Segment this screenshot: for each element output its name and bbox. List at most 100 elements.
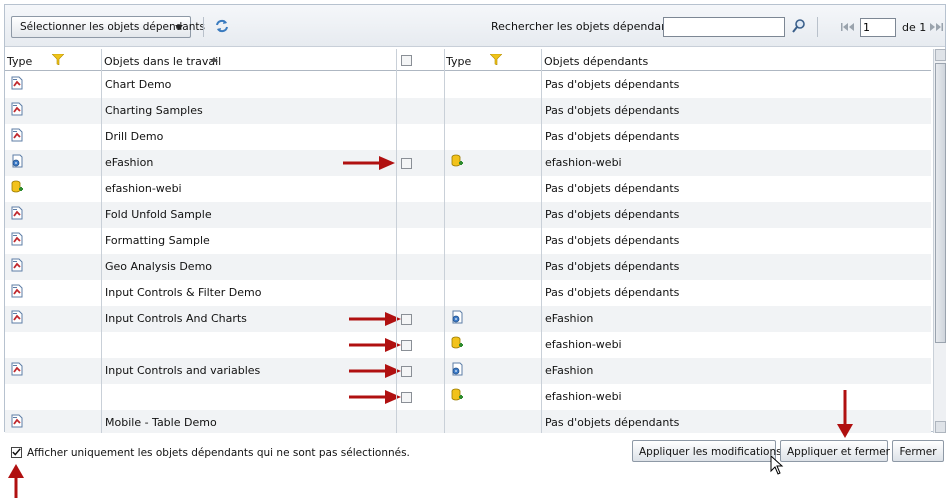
object-name: Drill Demo [105, 130, 164, 143]
select-all-checkbox[interactable] [401, 55, 412, 66]
apply-and-close-button[interactable]: Appliquer et fermer [780, 440, 890, 462]
report-icon [10, 414, 24, 428]
dependent-object: Pas d'objets dépendants [545, 234, 680, 247]
object-name: Mobile - Table Demo [105, 416, 217, 429]
table-row[interactable]: efashion-webi [5, 384, 931, 410]
universe-document-icon [450, 310, 464, 324]
object-name: Formatting Sample [105, 234, 210, 247]
select-dependent-checkbox[interactable] [401, 340, 412, 351]
dependent-object: efashion-webi [545, 156, 622, 169]
table-row[interactable]: Drill Demo Pas d'objets dépendants [5, 124, 931, 150]
filter-icon[interactable] [490, 54, 502, 65]
table-row[interactable]: efashion-webi [5, 332, 931, 358]
column-divider [444, 49, 445, 433]
object-name: Input Controls & Filter Demo [105, 286, 262, 299]
column-divider [101, 49, 102, 433]
table-header: Type Objets dans le travail Type Objets … [5, 49, 931, 71]
dependent-object: Pas d'objets dépendants [545, 78, 680, 91]
table-row[interactable]: Chart Demo Pas d'objets dépendants [5, 72, 931, 98]
sort-ascending-icon[interactable] [210, 57, 218, 62]
only-unselected-checkbox[interactable] [11, 447, 22, 458]
report-icon [10, 128, 24, 142]
first-page-icon[interactable] [841, 23, 855, 31]
last-page-icon[interactable] [929, 23, 943, 31]
dependent-object: Pas d'objets dépendants [545, 208, 680, 221]
universe-document-icon [450, 362, 464, 376]
dependent-object: Pas d'objets dépendants [545, 260, 680, 273]
toolbar-separator [203, 17, 204, 37]
table-row[interactable]: Fold Unfold Sample Pas d'objets dépendant… [5, 202, 931, 228]
table-row[interactable]: Input Controls And Charts eFashion [5, 306, 931, 332]
mouse-cursor-icon [770, 455, 784, 475]
table-row[interactable]: eFashion efashion-webi [5, 150, 931, 176]
report-icon [10, 232, 24, 246]
table-row[interactable]: Formatting Sample Pas d'objets dépendants [5, 228, 931, 254]
scroll-up-button[interactable] [935, 49, 946, 61]
universe-icon [450, 388, 464, 402]
object-name: Fold Unfold Sample [105, 208, 212, 221]
column-divider [396, 49, 397, 433]
table-row[interactable]: Geo Analysis Demo Pas d'objets dépendants [5, 254, 931, 280]
column-dependents-header[interactable]: Objets dépendants [544, 49, 648, 71]
annotation-arrow-icon [837, 390, 853, 438]
select-dependents-dropdown[interactable]: Sélectionner les objets dépendants [11, 16, 205, 38]
dependent-object: efashion-webi [545, 338, 622, 351]
checkmark-icon [12, 448, 21, 456]
select-dependent-checkbox[interactable] [401, 366, 412, 377]
report-icon [10, 206, 24, 220]
dependent-object: eFashion [545, 312, 594, 325]
column-objects-header[interactable]: Objets dans le travail [104, 49, 221, 71]
apply-changes-button[interactable]: Appliquer les modifications [632, 440, 782, 462]
report-icon [10, 284, 24, 298]
refresh-icon[interactable] [214, 18, 230, 34]
scroll-thumb[interactable] [935, 63, 946, 343]
vertical-scrollbar[interactable] [933, 49, 946, 433]
report-icon [10, 258, 24, 272]
report-icon [10, 362, 24, 376]
dependent-object: Pas d'objets dépendants [545, 182, 680, 195]
object-name: Charting Samples [105, 104, 203, 117]
annotation-arrow-icon [349, 390, 401, 404]
object-name: eFashion [105, 156, 154, 169]
table-row[interactable]: Input Controls and variables eFashion [5, 358, 931, 384]
universe-icon [10, 180, 24, 194]
column-type-header[interactable]: Type [7, 49, 32, 71]
annotation-arrow-icon [349, 338, 401, 352]
page-number-input[interactable] [860, 18, 896, 37]
only-unselected-label: Afficher uniquement les objets dépendant… [27, 447, 410, 459]
dependent-object: Pas d'objets dépendants [545, 130, 680, 143]
search-input[interactable] [663, 17, 785, 37]
toolbar-separator [817, 17, 818, 37]
column-divider [541, 49, 542, 433]
select-dependent-checkbox[interactable] [401, 314, 412, 325]
object-name: Geo Analysis Demo [105, 260, 213, 273]
dependents-table: Type Objets dans le travail Type Objets … [5, 49, 931, 433]
column-dep-type-header[interactable]: Type [446, 49, 471, 71]
toolbar: Sélectionner les objets dépendants Reche… [5, 5, 945, 47]
universe-document-icon [10, 154, 24, 168]
scroll-down-button[interactable] [935, 421, 946, 433]
close-button[interactable]: Fermer [892, 440, 944, 462]
search-icon[interactable] [791, 18, 807, 34]
table-row[interactable]: Input Controls & Filter Demo Pas d'objets… [5, 280, 931, 306]
chevron-down-icon [175, 25, 183, 30]
select-dependent-checkbox[interactable] [401, 158, 412, 169]
dependents-dialog: Sélectionner les objets dépendants Reche… [4, 4, 946, 433]
table-row[interactable]: efashion-webi Pas d'objets dépendants [5, 176, 931, 202]
select-dependent-checkbox[interactable] [401, 392, 412, 403]
dependent-object: Pas d'objets dépendants [545, 416, 680, 429]
universe-icon [450, 154, 464, 168]
object-name: Chart Demo [105, 78, 172, 91]
filter-icon[interactable] [52, 54, 64, 65]
object-name: Input Controls and variables [105, 364, 261, 377]
universe-icon [450, 336, 464, 350]
report-icon [10, 76, 24, 90]
report-icon [10, 102, 24, 116]
search-label: Rechercher les objets dépendants [491, 20, 679, 33]
dependent-object: eFashion [545, 364, 594, 377]
object-name: Input Controls And Charts [105, 312, 247, 325]
table-row[interactable]: Charting Samples Pas d'objets dépendants [5, 98, 931, 124]
annotation-arrow-icon [349, 364, 401, 378]
annotation-arrow-icon [349, 312, 401, 326]
table-row[interactable]: Mobile - Table Demo Pas d'objets dépendan… [5, 410, 931, 433]
